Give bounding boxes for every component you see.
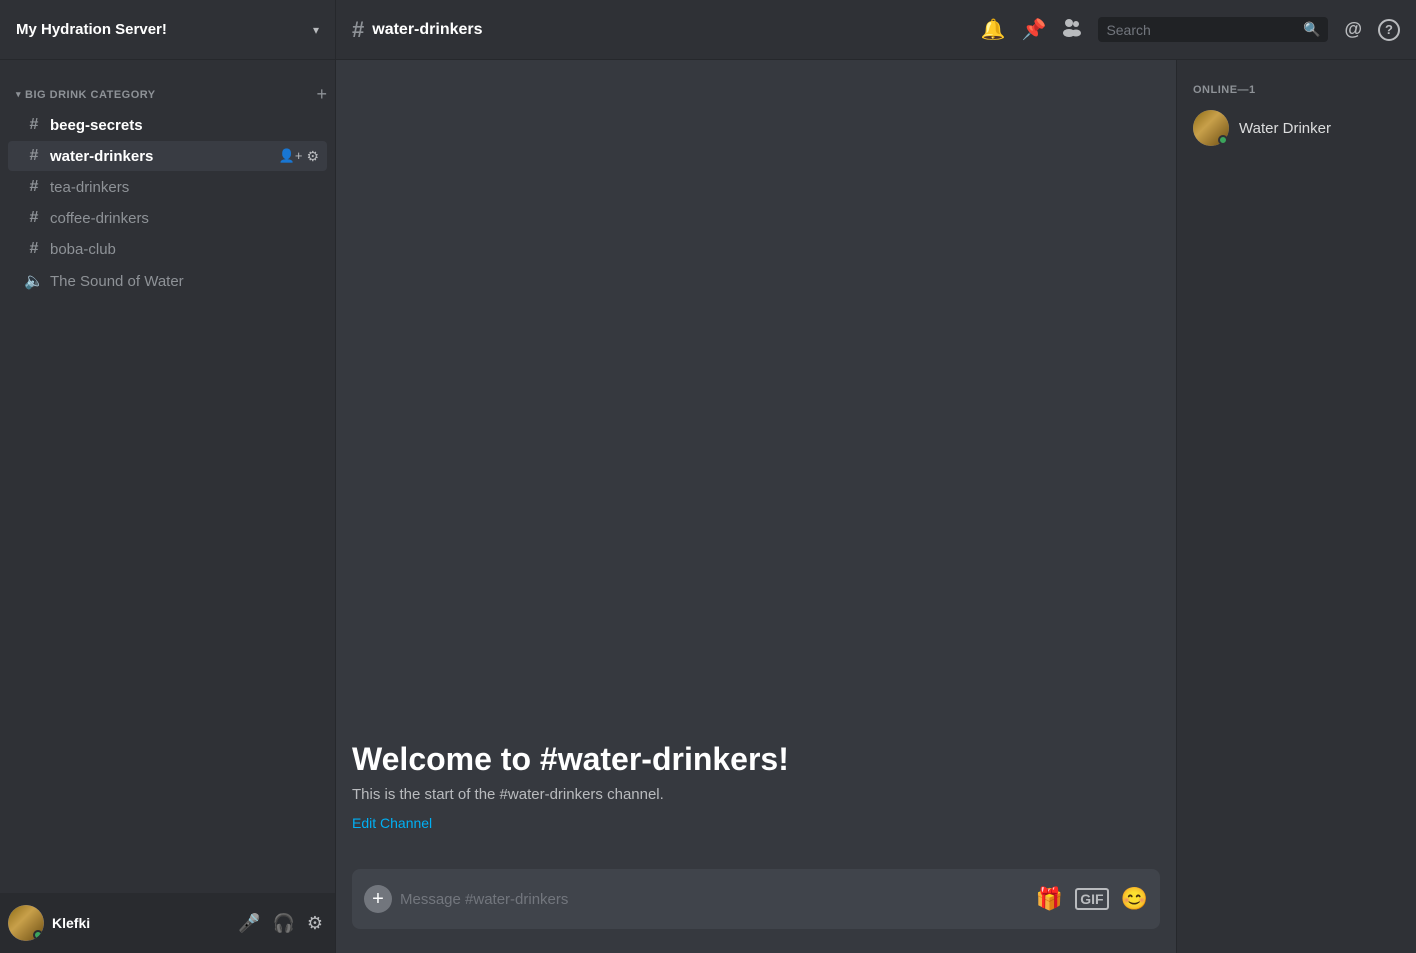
channel-name: water-drinkers — [50, 148, 273, 165]
category-chevron: ▾ — [16, 89, 21, 100]
help-icon[interactable]: ? — [1378, 19, 1400, 41]
sidebar-item-boba-club[interactable]: # boba-club — [8, 234, 327, 264]
channel-header: # water-drinkers — [336, 17, 965, 43]
gift-icon[interactable]: 🎁 — [1036, 886, 1063, 912]
voice-channel-icon: 🔈 — [24, 271, 44, 291]
server-name: My Hydration Server! — [16, 21, 167, 38]
server-chevron-icon: ▾ — [313, 23, 319, 37]
category-add-icon[interactable]: + — [316, 84, 327, 105]
user-area: Klefki 🎤 🎧 ⚙ — [0, 893, 335, 953]
channel-name: coffee-drinkers — [50, 210, 319, 227]
category-label: ▾ BIG DRINK CATEGORY — [16, 89, 156, 101]
channel-name: boba-club — [50, 241, 319, 258]
members-icon[interactable] — [1062, 17, 1082, 43]
username: Klefki — [52, 915, 226, 931]
channel-actions: 👤+ ⚙ — [279, 148, 319, 165]
online-section-title: ONLINE—1 — [1185, 76, 1408, 104]
mic-icon[interactable]: 🎤 — [234, 909, 264, 938]
sidebar-item-tea-drinkers[interactable]: # tea-drinkers — [8, 172, 327, 202]
channel-name: beeg-secrets — [50, 117, 319, 134]
right-panel: ONLINE—1 Water Drinker — [1176, 60, 1416, 953]
text-channel-icon: # — [24, 240, 44, 258]
message-input-area: + 🎁 GIF 😊 — [336, 869, 1176, 953]
search-input[interactable] — [1106, 22, 1297, 38]
main-content: Welcome to #water-drinkers! This is the … — [336, 60, 1176, 953]
add-attachment-button[interactable]: + — [364, 885, 392, 913]
member-name: Water Drinker — [1239, 120, 1331, 137]
channel-name: tea-drinkers — [50, 179, 319, 196]
message-input[interactable] — [400, 891, 1028, 908]
at-icon[interactable]: @ — [1344, 19, 1362, 40]
search-icon: 🔍 — [1303, 21, 1320, 38]
gif-icon[interactable]: GIF — [1075, 888, 1108, 910]
user-controls: 🎤 🎧 ⚙ — [234, 909, 327, 938]
user-info: Klefki — [52, 915, 226, 931]
online-indicator — [33, 930, 43, 940]
server-name-area[interactable]: My Hydration Server! ▾ — [0, 0, 336, 59]
edit-channel-link[interactable]: Edit Channel — [352, 815, 432, 831]
channel-header-name: water-drinkers — [372, 21, 482, 39]
user-avatar — [8, 905, 44, 941]
add-user-icon[interactable]: 👤+ — [279, 148, 303, 164]
sidebar: ▾ BIG DRINK CATEGORY + # beeg-secrets 👤+… — [0, 60, 336, 953]
category-header[interactable]: ▾ BIG DRINK CATEGORY + — [0, 68, 335, 109]
member-online-dot — [1218, 135, 1228, 145]
text-channel-icon: # — [24, 147, 44, 165]
sidebar-item-beeg-secrets[interactable]: # beeg-secrets 👤+ ⚙ — [8, 110, 327, 140]
emoji-icon[interactable]: 😊 — [1121, 886, 1148, 912]
text-channel-icon: # — [24, 178, 44, 196]
welcome-subtitle: This is the start of the #water-drinkers… — [352, 786, 1160, 803]
messages-area: Welcome to #water-drinkers! This is the … — [336, 60, 1176, 869]
channel-list: ▾ BIG DRINK CATEGORY + # beeg-secrets 👤+… — [0, 60, 335, 893]
sidebar-item-the-sound-of-water[interactable]: 🔈 The Sound of Water — [8, 265, 327, 297]
text-channel-icon: # — [24, 209, 44, 227]
member-item[interactable]: Water Drinker — [1185, 104, 1408, 152]
welcome-title: Welcome to #water-drinkers! — [352, 741, 1160, 778]
pin-icon[interactable]: 📌 — [1022, 17, 1047, 42]
header-right: 🔔 📌 🔍 @ ? — [965, 17, 1416, 43]
member-avatar — [1193, 110, 1229, 146]
message-input-box: + 🎁 GIF 😊 — [352, 869, 1160, 929]
sidebar-item-coffee-drinkers[interactable]: # coffee-drinkers — [8, 203, 327, 233]
welcome-section: Welcome to #water-drinkers! This is the … — [352, 721, 1160, 853]
headphones-icon[interactable]: 🎧 — [268, 909, 298, 938]
channel-hash-icon: # — [352, 17, 364, 43]
bell-icon[interactable]: 🔔 — [981, 17, 1006, 42]
text-channel-icon: # — [24, 116, 44, 134]
settings-icon[interactable]: ⚙ — [306, 148, 319, 165]
main-layout: ▾ BIG DRINK CATEGORY + # beeg-secrets 👤+… — [0, 60, 1416, 953]
sidebar-item-water-drinkers[interactable]: # water-drinkers 👤+ ⚙ — [8, 141, 327, 171]
user-settings-icon[interactable]: ⚙ — [303, 909, 327, 938]
search-box[interactable]: 🔍 — [1098, 17, 1328, 42]
channel-name: The Sound of Water — [50, 273, 319, 290]
top-header: My Hydration Server! ▾ # water-drinkers … — [0, 0, 1416, 60]
input-right-icons: 🎁 GIF 😊 — [1036, 886, 1148, 912]
